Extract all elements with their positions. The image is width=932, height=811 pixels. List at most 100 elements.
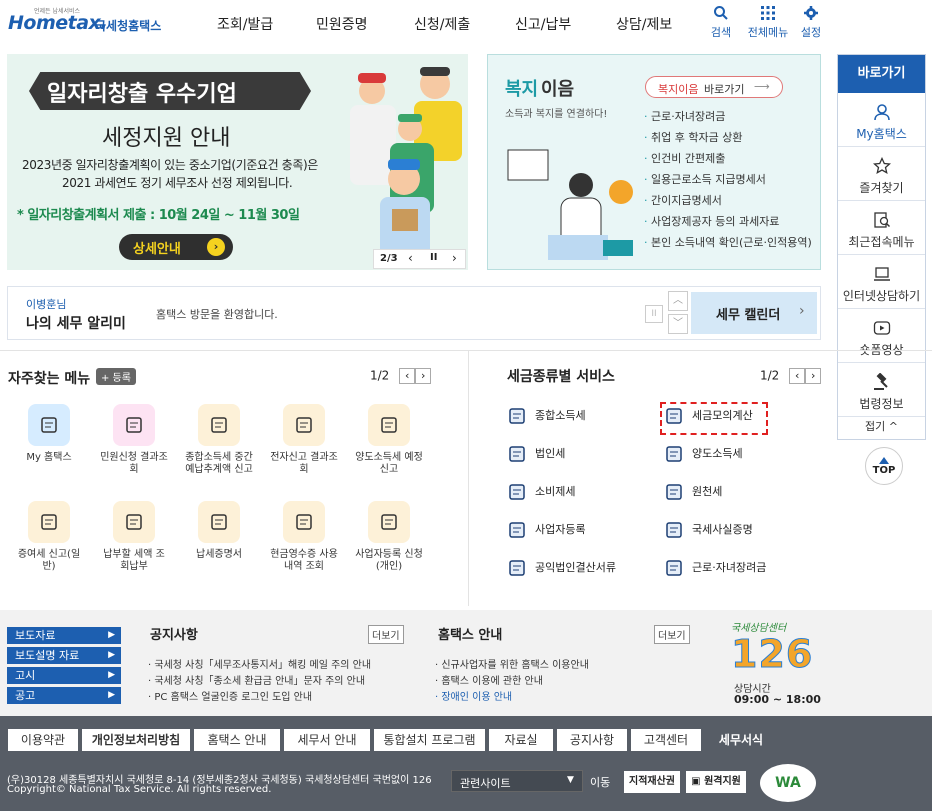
- gnb-consult[interactable]: 상담/제보: [616, 14, 672, 34]
- band-press-explain[interactable]: 보도설명 자료 ▶: [7, 647, 121, 664]
- banner-detail-button[interactable]: 상세안내 ›: [119, 234, 233, 260]
- notice-item[interactable]: · PC 홈택스 얼굴인증 로그인 도입 안내: [148, 688, 312, 703]
- related-sites-select[interactable]: 관련사이트 ▼: [451, 770, 583, 792]
- quick-favorites[interactable]: 즐겨찾기: [838, 147, 925, 201]
- bullet-dot: ·: [644, 152, 651, 165]
- pause-icon[interactable]: II: [430, 252, 437, 263]
- favorite-item[interactable]: 양도소득세 예정신고: [354, 404, 424, 476]
- tax-service-item[interactable]: 원천세: [664, 483, 722, 501]
- favorite-item[interactable]: 사업자등록 신청(개인): [354, 501, 424, 573]
- notice-more-button[interactable]: 더보기: [368, 625, 404, 644]
- footer-menu-item[interactable]: 고객센터: [631, 729, 701, 751]
- gnb-report[interactable]: 신고/납부: [515, 14, 571, 34]
- welfare-item[interactable]: · 취업 후 학자금 상환: [644, 129, 742, 145]
- footer-menu-item[interactable]: 이용약관: [8, 729, 78, 751]
- notice-item[interactable]: · 국세청 사칭「세무조사통지서」해킹 메일 주의 안내: [148, 656, 371, 671]
- footer-menu-item[interactable]: 세무서식: [705, 729, 777, 751]
- chevron-left-icon[interactable]: ‹: [408, 251, 413, 265]
- search-icon: [714, 6, 728, 20]
- quick-recent[interactable]: 최근접속메뉴: [838, 201, 925, 255]
- guide-item[interactable]: · 신규사업자를 위한 홈택스 이용안내: [435, 656, 589, 671]
- footer-menu-item[interactable]: 홈택스 안내: [194, 729, 280, 751]
- gnb-inquiry[interactable]: 조회/발급: [217, 14, 273, 34]
- tax-service-item[interactable]: 근로·자녀장려금: [664, 559, 766, 577]
- tax-service-item[interactable]: 사업자등록: [507, 521, 586, 539]
- favorite-item[interactable]: My 홈택스: [14, 404, 84, 464]
- tax-calendar-button[interactable]: 세무 캘린더 ›: [691, 292, 817, 334]
- top-button[interactable]: TOP: [865, 447, 903, 485]
- notifier-up-button[interactable]: ︿: [668, 291, 688, 311]
- footer-menu-item[interactable]: 공지사항: [557, 729, 627, 751]
- quick-my-hometax[interactable]: My홈택스: [838, 93, 925, 147]
- quick-online-consult[interactable]: 인터넷상담하기: [838, 255, 925, 309]
- logo-korean: 국세청홈택스: [95, 19, 162, 33]
- chevron-right-icon[interactable]: ›: [452, 251, 457, 265]
- search-button[interactable]: 검색: [701, 4, 741, 40]
- hometax-logo[interactable]: 언제든 납세서비스 Hometax. 국세청홈택스: [8, 6, 162, 38]
- welfare-link-button[interactable]: 복지이음 바로가기 ⟶: [645, 76, 783, 98]
- gnb-apply[interactable]: 신청/제출: [414, 14, 470, 34]
- remote-support-button[interactable]: ▣ 원격지원: [686, 771, 746, 793]
- footer-copyright: Copyright© National Tax Service. All rig…: [7, 784, 272, 795]
- guide-item[interactable]: · 홈택스 이용에 관한 안내: [435, 672, 543, 687]
- favorite-item[interactable]: 납세증명서: [184, 501, 254, 561]
- all-menu-label: 전체메뉴: [747, 26, 789, 39]
- welfare-item[interactable]: · 일용근로소득 지급명세서: [644, 171, 766, 187]
- favorite-item[interactable]: 종합소득세 중간예납추계액 신고: [184, 404, 254, 476]
- tax-service-item[interactable]: 양도소득세: [664, 445, 743, 463]
- tax-service-item[interactable]: 소비제세: [507, 483, 575, 501]
- notifier-down-button[interactable]: ﹀: [668, 314, 688, 334]
- chevron-left-icon[interactable]: ‹: [789, 368, 806, 384]
- footer-menu-item[interactable]: 통합설치 프로그램: [374, 729, 485, 751]
- quick-shorts[interactable]: 숏폼영상: [838, 309, 925, 363]
- favorite-item[interactable]: 민원신청 결과조회: [99, 404, 169, 476]
- chevron-right-icon[interactable]: ›: [805, 368, 822, 384]
- welfare-item[interactable]: · 근로·자녀장려금: [644, 108, 725, 124]
- favorite-item-label: 양도소득세 예정신고: [355, 452, 423, 475]
- settings-label: 설정: [800, 26, 822, 39]
- main-banner[interactable]: 일자리창출 우수기업 세정지원 안내 2023년중 일자리창출계획이 있는 중소…: [7, 54, 468, 270]
- welfare-banner[interactable]: 복지 이음 소득과 복지를 연결하다! 복지이음 바로가기 ⟶ · 근로·자녀장…: [487, 54, 821, 270]
- welfare-item[interactable]: · 본인 소득내역 확인(근로·인적용역): [644, 234, 812, 250]
- banner-page-indicator: 2/3: [380, 253, 398, 264]
- welfare-title-b: 이음: [541, 79, 575, 100]
- welfare-item[interactable]: · 사업장제공자 등의 과세자료: [644, 213, 779, 229]
- ip-badge[interactable]: 지적재산권: [624, 771, 680, 793]
- quick-fold-button[interactable]: 접기 ^: [838, 418, 925, 434]
- footer-menu-item[interactable]: 자료실: [489, 729, 553, 751]
- band-announcement[interactable]: 공고 ▶: [7, 687, 121, 704]
- footer-menu-item[interactable]: 개인정보처리방침: [82, 729, 190, 751]
- tax-service-item[interactable]: 공익법인결산서류: [507, 559, 616, 577]
- notice-item[interactable]: · 국세청 사칭「종소세 환급금 안내」문자 주의 안내: [148, 672, 365, 687]
- band-press-release[interactable]: 보도자료 ▶: [7, 627, 121, 644]
- chevron-right-icon[interactable]: ›: [415, 368, 432, 384]
- transfer-tax-icon: [666, 446, 682, 462]
- favorite-item[interactable]: 납부할 세액 조회납부: [99, 501, 169, 573]
- tax-service-item[interactable]: 법인세: [507, 445, 565, 463]
- notifier-pause[interactable]: II: [645, 305, 663, 323]
- band-notice-gosi[interactable]: 고시 ▶: [7, 667, 121, 684]
- settings-button[interactable]: 설정: [791, 4, 831, 40]
- footer-menu-item[interactable]: 세무서 안내: [284, 729, 370, 751]
- guide-more-button[interactable]: 더보기: [654, 625, 690, 644]
- favorite-item[interactable]: 현금영수증 사용내역 조회: [269, 501, 339, 573]
- favorite-item-label: My 홈택스: [26, 452, 72, 463]
- welfare-item-text: 근로·자녀장려금: [651, 110, 726, 123]
- favorites-register-button[interactable]: + 등록: [96, 368, 136, 385]
- quick-law[interactable]: 법령정보: [838, 363, 925, 417]
- favorite-item[interactable]: 증여세 신고(일반): [14, 501, 84, 573]
- welfare-item[interactable]: · 인건비 간편제출: [644, 150, 725, 166]
- all-menu-button[interactable]: 전체메뉴: [746, 4, 790, 40]
- favorite-item[interactable]: 전자신고 결과조회: [269, 404, 339, 476]
- welfare-item[interactable]: · 간이지급명세서: [644, 192, 722, 208]
- tax-service-item[interactable]: 종합소득세: [507, 407, 586, 425]
- user-icon: [28, 404, 70, 446]
- go-button[interactable]: 이동: [590, 774, 610, 790]
- tax-service-item[interactable]: 국세사실증명: [664, 521, 753, 539]
- welfare-subtitle: 소득과 복지를 연결하다!: [505, 109, 608, 120]
- chevron-left-icon[interactable]: ‹: [399, 368, 416, 384]
- gnb-certificate[interactable]: 민원증명: [316, 14, 368, 34]
- chevron-right-icon: ›: [799, 303, 805, 319]
- guide-item[interactable]: · 장애인 이용 안내: [435, 688, 512, 703]
- monitor-icon: ▣: [691, 776, 701, 787]
